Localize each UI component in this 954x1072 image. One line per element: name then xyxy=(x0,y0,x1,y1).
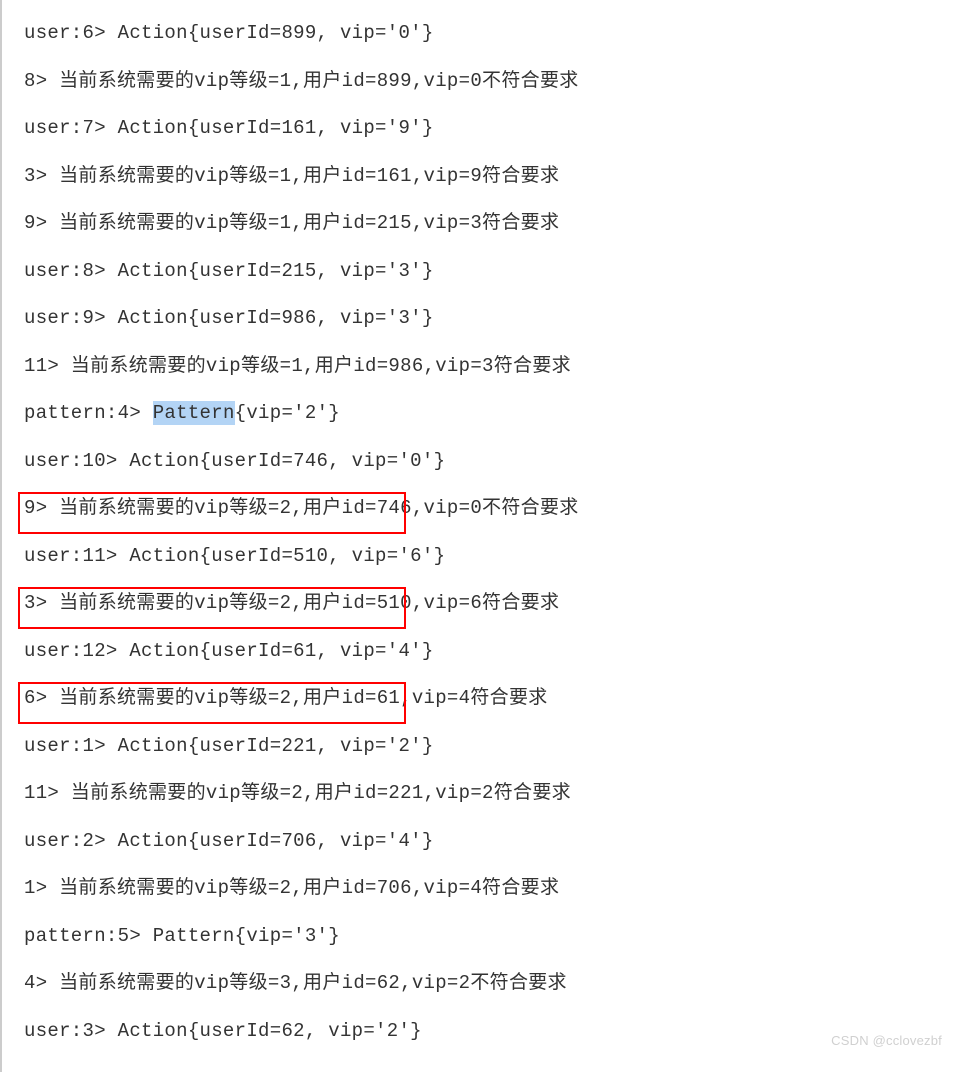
highlighted-text[interactable]: Pattern xyxy=(153,401,235,425)
left-border xyxy=(0,0,2,1072)
log-line-15[interactable]: user:1> Action{userId=221, vip='2'} xyxy=(24,723,954,771)
log-text-prefix: pattern:4> xyxy=(24,402,153,424)
log-line-21[interactable]: user:3> Action{userId=62, vip='2'} xyxy=(24,1008,954,1056)
log-output: user:6> Action{userId=899, vip='0'}8> 当前… xyxy=(24,10,954,1055)
log-line-8[interactable]: pattern:4> Pattern{vip='2'} xyxy=(24,390,954,438)
log-text-suffix: {vip='2'} xyxy=(235,402,340,424)
log-line-13[interactable]: user:12> Action{userId=61, vip='4'} xyxy=(24,628,954,676)
log-line-1[interactable]: 8> 当前系统需要的vip等级=1,用户id=899,vip=0不符合要求 xyxy=(24,58,954,106)
log-line-2[interactable]: user:7> Action{userId=161, vip='9'} xyxy=(24,105,954,153)
log-line-11[interactable]: user:11> Action{userId=510, vip='6'} xyxy=(24,533,954,581)
log-line-0[interactable]: user:6> Action{userId=899, vip='0'} xyxy=(24,10,954,58)
log-line-17[interactable]: user:2> Action{userId=706, vip='4'} xyxy=(24,818,954,866)
log-line-3[interactable]: 3> 当前系统需要的vip等级=1,用户id=161,vip=9符合要求 xyxy=(24,153,954,201)
log-line-4[interactable]: 9> 当前系统需要的vip等级=1,用户id=215,vip=3符合要求 xyxy=(24,200,954,248)
log-line-12[interactable]: 3> 当前系统需要的vip等级=2,用户id=510,vip=6符合要求 xyxy=(24,580,954,628)
log-line-10[interactable]: 9> 当前系统需要的vip等级=2,用户id=746,vip=0不符合要求 xyxy=(24,485,954,533)
log-line-5[interactable]: user:8> Action{userId=215, vip='3'} xyxy=(24,248,954,296)
log-line-7[interactable]: 11> 当前系统需要的vip等级=1,用户id=986,vip=3符合要求 xyxy=(24,343,954,391)
log-line-16[interactable]: 11> 当前系统需要的vip等级=2,用户id=221,vip=2符合要求 xyxy=(24,770,954,818)
log-line-9[interactable]: user:10> Action{userId=746, vip='0'} xyxy=(24,438,954,486)
watermark: CSDN @cclovezbf xyxy=(831,1017,942,1065)
log-line-14[interactable]: 6> 当前系统需要的vip等级=2,用户id=61,vip=4符合要求 xyxy=(24,675,954,723)
log-line-6[interactable]: user:9> Action{userId=986, vip='3'} xyxy=(24,295,954,343)
log-line-18[interactable]: 1> 当前系统需要的vip等级=2,用户id=706,vip=4符合要求 xyxy=(24,865,954,913)
log-line-20[interactable]: 4> 当前系统需要的vip等级=3,用户id=62,vip=2不符合要求 xyxy=(24,960,954,1008)
log-line-19[interactable]: pattern:5> Pattern{vip='3'} xyxy=(24,913,954,961)
